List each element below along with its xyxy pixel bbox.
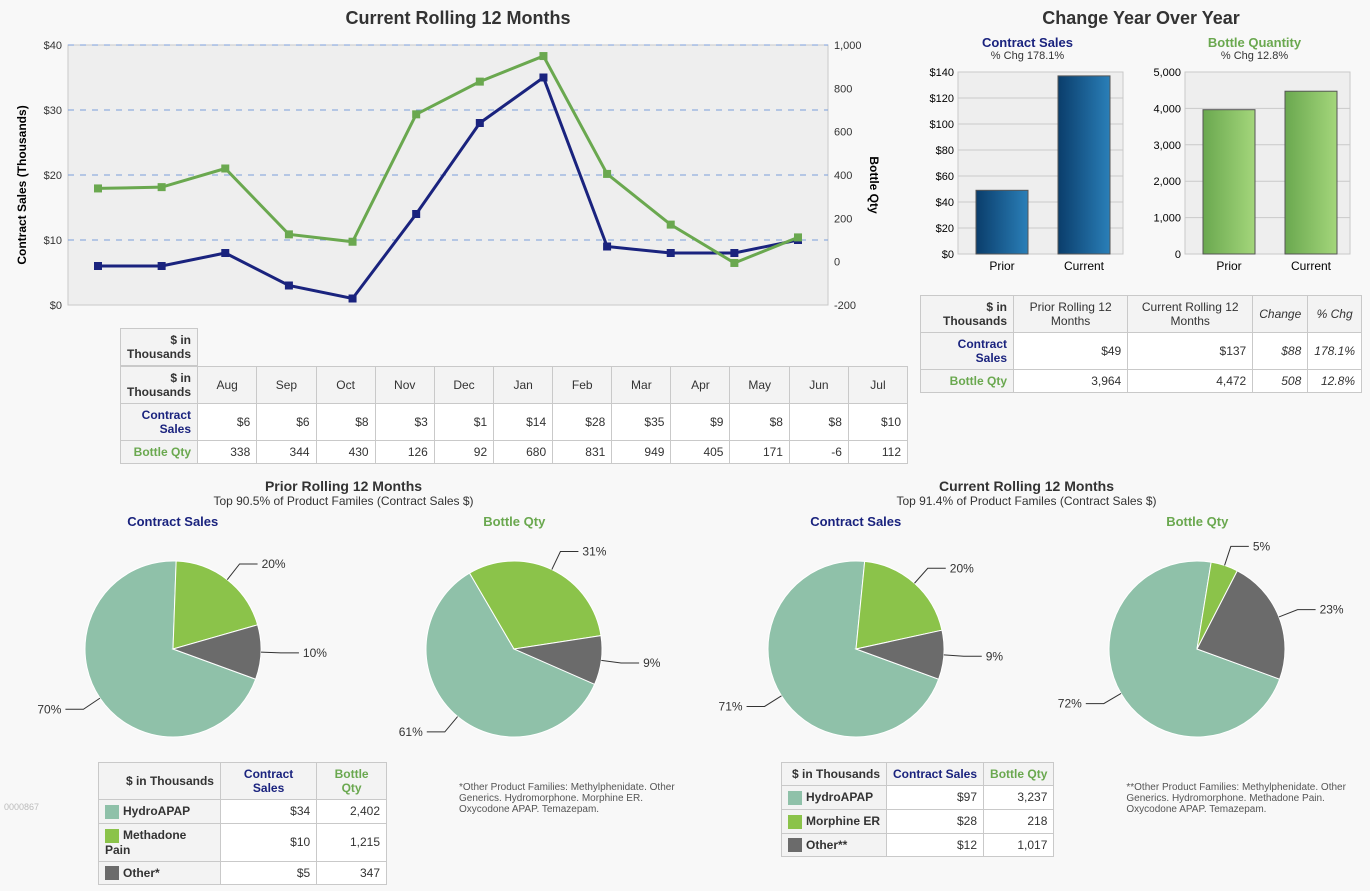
svg-text:9%: 9% bbox=[643, 656, 661, 670]
rolling-title: Current Rolling 12 Months bbox=[8, 8, 908, 29]
ylabel-left: Contract Sales (Thousands) bbox=[15, 105, 29, 264]
current-table: $ in ThousandsContract SalesBottle QtyHy… bbox=[781, 762, 1054, 857]
rolling-table-body: $ in ThousandsAugSepOctNovDecJanFebMarAp… bbox=[120, 366, 908, 464]
svg-text:70%: 70% bbox=[37, 702, 61, 716]
yoy-title: Change Year Over Year bbox=[920, 8, 1362, 29]
prior-sales-pie: 70% 20% 10% bbox=[13, 529, 333, 759]
svg-text:$0: $0 bbox=[50, 300, 62, 312]
svg-text:800: 800 bbox=[834, 83, 852, 95]
svg-text:$40: $40 bbox=[936, 197, 954, 209]
svg-text:$40: $40 bbox=[44, 40, 62, 52]
svg-text:72%: 72% bbox=[1058, 697, 1082, 711]
svg-text:71%: 71% bbox=[718, 699, 742, 713]
yoy-qty-sub: % Chg 12.8% bbox=[1147, 50, 1362, 62]
svg-text:3,000: 3,000 bbox=[1153, 140, 1181, 152]
svg-text:400: 400 bbox=[834, 170, 852, 182]
svg-text:$60: $60 bbox=[936, 171, 954, 183]
yoy-sales-title: Contract Sales bbox=[920, 35, 1135, 50]
svg-text:Prior: Prior bbox=[1216, 259, 1241, 273]
svg-text:4,000: 4,000 bbox=[1153, 103, 1181, 115]
svg-text:9%: 9% bbox=[986, 649, 1004, 663]
ylabel-right: Bottle Qty bbox=[867, 156, 881, 214]
prior-sales-pie-title: Contract Sales bbox=[8, 514, 338, 529]
prior-qty-pie-title: Bottle Qty bbox=[350, 514, 680, 529]
svg-text:$120: $120 bbox=[930, 93, 954, 105]
svg-text:$10: $10 bbox=[44, 235, 62, 247]
svg-text:0: 0 bbox=[1175, 249, 1181, 261]
svg-text:$20: $20 bbox=[936, 223, 954, 235]
page-id: 0000867 bbox=[4, 802, 39, 812]
yoy-sales-bar: $0 $20 $40 $60 $80 $100 $120 $140 Prior Current bbox=[920, 64, 1130, 284]
svg-text:0: 0 bbox=[834, 257, 840, 269]
current-sales-pie: 71% 20% 9% bbox=[696, 529, 1016, 759]
svg-text:Current: Current bbox=[1064, 259, 1105, 273]
current-title: Current Rolling 12 Months bbox=[691, 478, 1362, 494]
yoy-qty-bar: 0 1,000 2,000 3,000 4,000 5,000 Prior Current bbox=[1147, 64, 1357, 284]
svg-text:$80: $80 bbox=[936, 145, 954, 157]
svg-text:20%: 20% bbox=[950, 561, 974, 575]
yoy-sales-sub: % Chg 178.1% bbox=[920, 50, 1135, 62]
current-qty-pie: 72% 5% 23% bbox=[1037, 529, 1357, 759]
prior-qty-pie: 61% 31% 9% bbox=[354, 529, 674, 759]
svg-text:$0: $0 bbox=[942, 249, 954, 261]
svg-text:1,000: 1,000 bbox=[1153, 213, 1181, 225]
svg-text:$140: $140 bbox=[930, 67, 954, 79]
yoy-qty-title: Bottle Quantity bbox=[1147, 35, 1362, 50]
svg-text:1,000: 1,000 bbox=[834, 40, 862, 52]
svg-text:-200: -200 bbox=[834, 300, 856, 312]
rolling-table: $ in Thousands bbox=[120, 328, 198, 366]
svg-text:$20: $20 bbox=[44, 170, 62, 182]
prior-footnote: *Other Product Families: Methylphenidate… bbox=[459, 782, 679, 815]
svg-text:200: 200 bbox=[834, 213, 852, 225]
prior-table: $ in ThousandsContract SalesBottle QtyHy… bbox=[98, 762, 387, 885]
current-sub: Top 91.4% of Product Familes (Contract S… bbox=[691, 494, 1362, 508]
yoy-table: $ in ThousandsPrior Rolling 12 MonthsCur… bbox=[920, 295, 1362, 393]
svg-text:10%: 10% bbox=[303, 646, 327, 660]
prior-title: Prior Rolling 12 Months bbox=[8, 478, 679, 494]
svg-text:61%: 61% bbox=[399, 725, 423, 739]
rolling-line-chart: $0 $10 $20 $30 $40 -200 0 200 400 600 800 1,000 Co… bbox=[8, 35, 888, 325]
current-sales-pie-title: Contract Sales bbox=[691, 514, 1021, 529]
svg-text:5%: 5% bbox=[1253, 539, 1271, 553]
svg-text:31%: 31% bbox=[583, 544, 607, 558]
current-qty-pie-title: Bottle Qty bbox=[1033, 514, 1363, 529]
svg-text:$30: $30 bbox=[44, 105, 62, 117]
svg-text:Prior: Prior bbox=[989, 259, 1014, 273]
svg-text:2,000: 2,000 bbox=[1153, 176, 1181, 188]
svg-text:20%: 20% bbox=[261, 557, 285, 571]
prior-sub: Top 90.5% of Product Familes (Contract S… bbox=[8, 494, 679, 508]
svg-text:23%: 23% bbox=[1320, 603, 1344, 617]
svg-text:5,000: 5,000 bbox=[1153, 67, 1181, 79]
current-footnote: **Other Product Families: Methylphenidat… bbox=[1126, 782, 1346, 815]
svg-text:600: 600 bbox=[834, 127, 852, 139]
svg-text:Current: Current bbox=[1291, 259, 1332, 273]
svg-text:$100: $100 bbox=[930, 119, 954, 131]
